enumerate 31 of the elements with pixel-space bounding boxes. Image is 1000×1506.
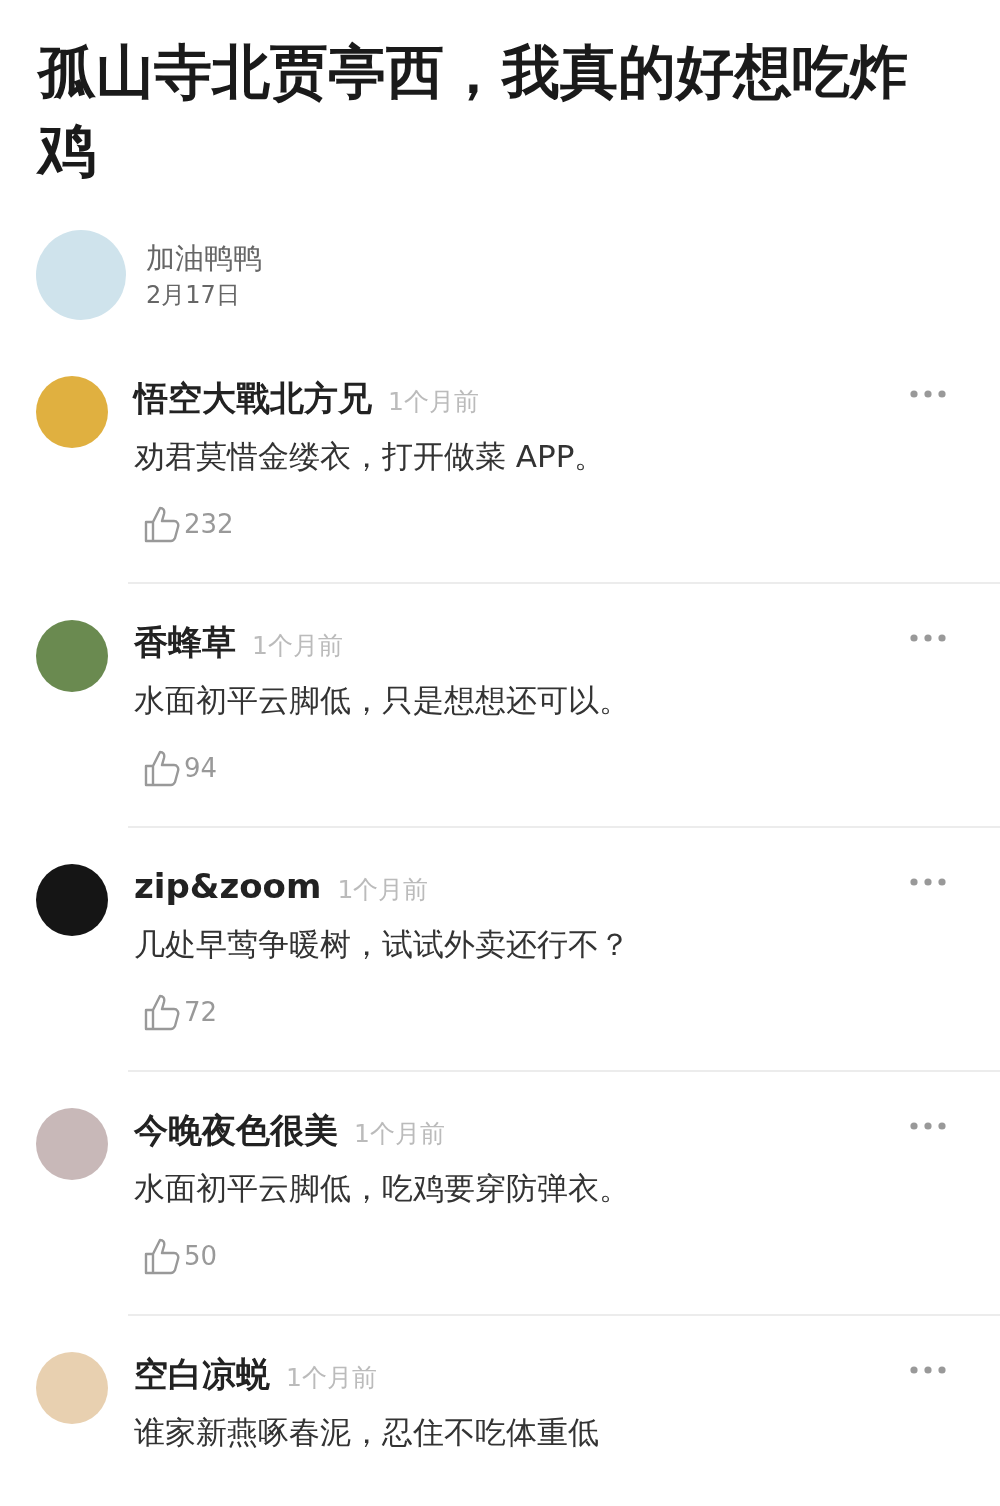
commenter-name[interactable]: 悟空大戰北方兄 <box>134 376 372 420</box>
comment-time: 1个月前 <box>354 1118 445 1150</box>
like-count: 50 <box>184 1241 218 1271</box>
like-count: 94 <box>184 753 218 783</box>
like-count: 232 <box>184 509 234 539</box>
thumbs-up-icon[interactable] <box>144 1237 180 1275</box>
more-icon[interactable] <box>910 1122 946 1130</box>
comment-time: 1个月前 <box>388 386 479 418</box>
more-icon[interactable] <box>910 878 946 886</box>
post-date: 2月17日 <box>146 280 241 311</box>
thumbs-up-icon[interactable] <box>144 993 180 1031</box>
commenter-name[interactable]: 香蜂草 <box>134 620 236 664</box>
thumbs-up-icon[interactable] <box>144 749 180 787</box>
article-title: 孤山寺北贾亭西，我真的好想吃炸鸡 <box>38 37 909 186</box>
commenter-name[interactable]: 空白凉蜕 <box>134 1352 270 1396</box>
comment-time: 1个月前 <box>252 630 343 662</box>
comment-text: 水面初平云脚低，吃鸡要穿防弹衣。 <box>134 1169 631 1208</box>
comment-text: 劝君莫惜金缕衣，打开做菜 APP。 <box>134 437 607 476</box>
commenter-name[interactable]: 今晚夜色很美 <box>134 1108 338 1152</box>
more-icon[interactable] <box>910 1366 946 1374</box>
comment-text: 水面初平云脚低，只是想想还可以。 <box>134 681 631 720</box>
comment-time: 1个月前 <box>337 874 429 906</box>
more-icon[interactable] <box>910 390 946 398</box>
comment-text: 谁家新燕啄春泥，忍住不吃体重低 <box>134 1413 600 1452</box>
thumbs-up-icon[interactable] <box>144 505 180 543</box>
commenter-name[interactable]: zip&zoom <box>134 864 322 908</box>
like-count: 72 <box>184 997 218 1027</box>
author-name[interactable]: 加油鸭鸭 <box>146 238 262 278</box>
comment-text: 几处早莺争暖树，试试外卖还行不？ <box>134 925 631 964</box>
comment-time: 1个月前 <box>286 1362 377 1394</box>
more-icon[interactable] <box>910 634 946 642</box>
